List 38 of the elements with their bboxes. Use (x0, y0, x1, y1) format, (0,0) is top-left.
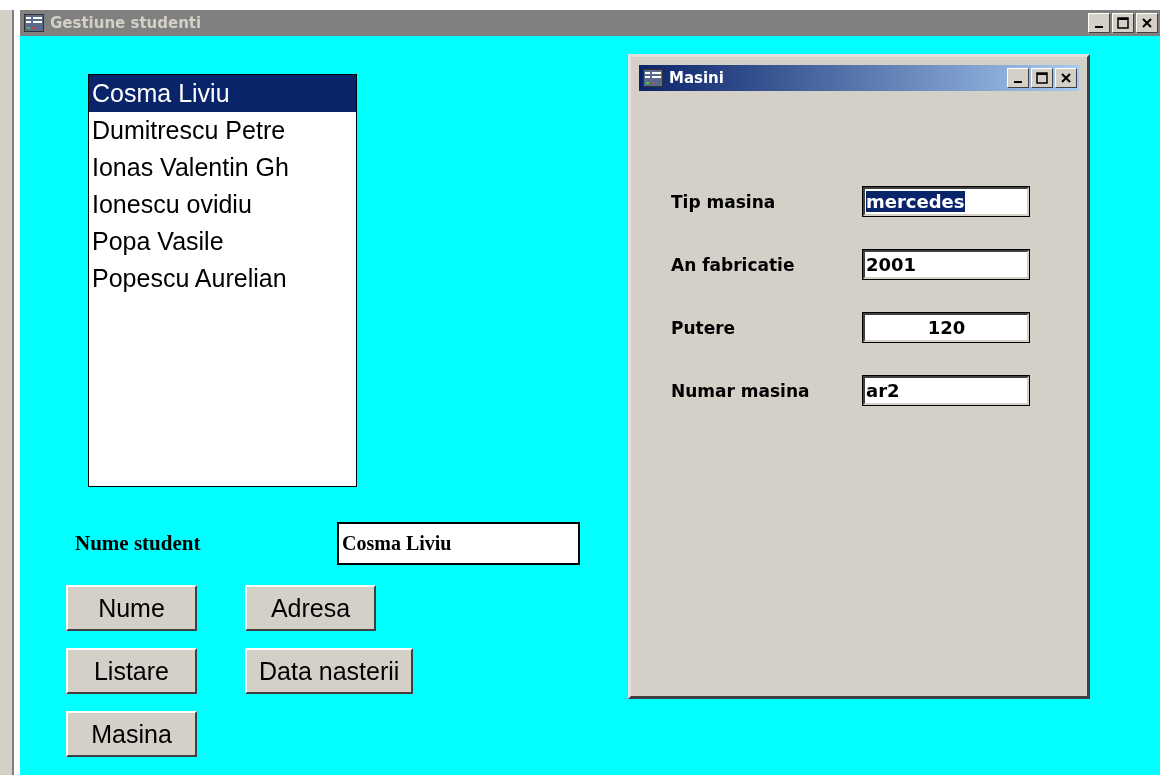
student-list[interactable]: Cosma Liviu Dumitrescu Petre Ionas Valentin Gh Ionescu ovidiu Popa Vasile Popescu Aurelian (88, 74, 357, 487)
input-field[interactable]: ar2 (863, 376, 1029, 405)
close-icon (1142, 18, 1152, 28)
window-title: Masini (669, 69, 725, 87)
command-button[interactable]: Data nasterii (245, 648, 414, 694)
window-title: Gestiune studenti (50, 14, 203, 32)
list-item[interactable]: Popescu Aurelian (89, 260, 356, 297)
list-item[interactable]: Dumitrescu Petre (89, 112, 356, 149)
command-button[interactable]: Listare (66, 648, 197, 694)
form-icon (24, 14, 44, 32)
close-button[interactable] (1136, 13, 1158, 33)
minimize-button[interactable] (1007, 68, 1029, 88)
field-label: Putere (671, 317, 737, 338)
input-field[interactable]: mercedes (863, 187, 1029, 216)
field-label: Numar masina (671, 380, 811, 401)
input-field[interactable]: 120 (863, 313, 1029, 342)
field-label: An fabricatie (671, 254, 796, 275)
input-field[interactable]: 2001 (863, 250, 1029, 279)
command-button[interactable]: Adresa (245, 585, 376, 631)
maximize-button[interactable] (1031, 68, 1053, 88)
command-button[interactable]: Masina (66, 711, 197, 757)
list-item[interactable]: Popa Vasile (89, 223, 356, 260)
list-item[interactable]: Ionas Valentin Gh (89, 149, 356, 186)
list-item[interactable]: Cosma Liviu (89, 75, 356, 112)
field-label: Tip masina (671, 191, 777, 212)
close-icon (1061, 73, 1071, 83)
minimize-icon (1095, 26, 1103, 28)
command-button[interactable]: Nume (66, 585, 197, 631)
form-icon (643, 69, 663, 87)
list-item[interactable]: Ionescu ovidiu (89, 186, 356, 223)
minimize-button[interactable] (1088, 13, 1110, 33)
minimize-icon (1014, 81, 1022, 83)
maximize-icon (1036, 72, 1048, 84)
maximize-icon (1117, 17, 1129, 29)
maximize-button[interactable] (1112, 13, 1134, 33)
field-label: Nume student (75, 531, 202, 556)
close-button[interactable] (1055, 68, 1077, 88)
input-field[interactable]: Cosma Liviu (337, 522, 580, 565)
